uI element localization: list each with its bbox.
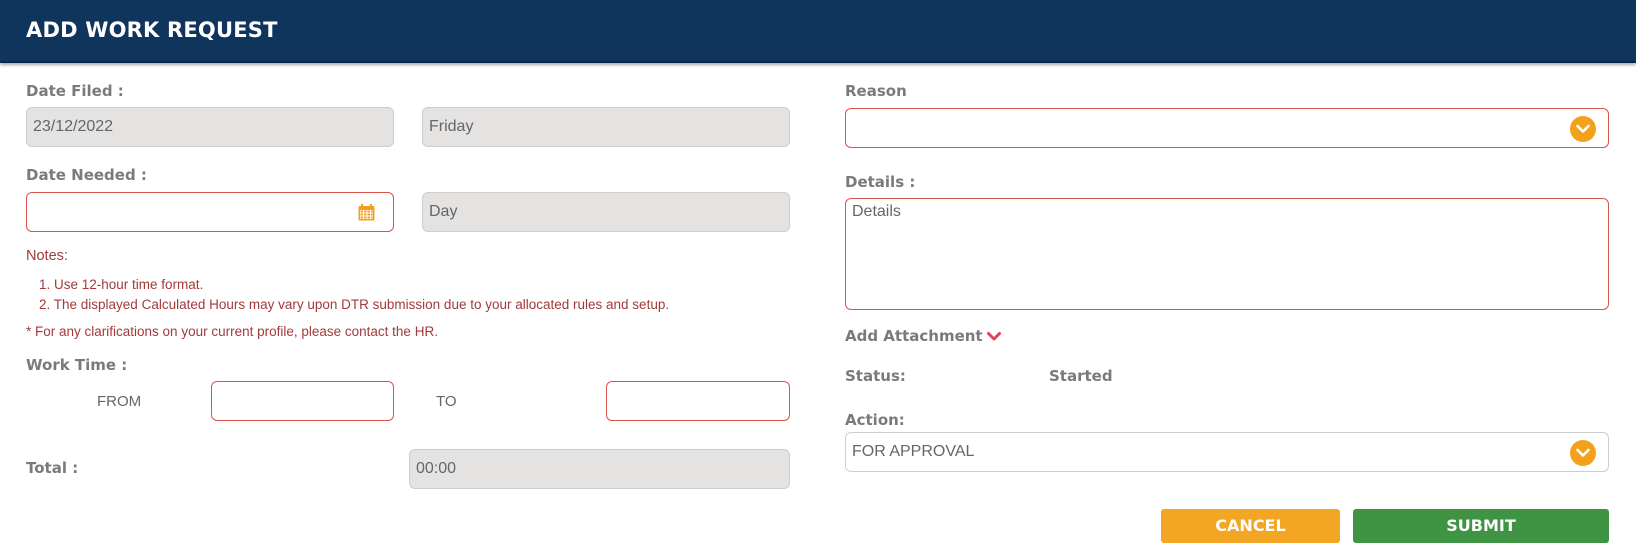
note-item: 1. Use 12-hour time format. bbox=[39, 277, 204, 292]
submit-button[interactable]: SUBMIT bbox=[1353, 509, 1609, 543]
action-label: Action: bbox=[845, 411, 905, 429]
chevron-down-icon[interactable] bbox=[1570, 440, 1596, 466]
status-value: Started bbox=[1049, 367, 1113, 385]
to-label: TO bbox=[436, 393, 457, 410]
date-needed-day-field: Day bbox=[422, 192, 790, 232]
chevron-down-icon[interactable] bbox=[1570, 116, 1596, 142]
calendar-icon[interactable] bbox=[358, 204, 375, 221]
date-needed-label: Date Needed : bbox=[26, 166, 147, 184]
work-time-label: Work Time : bbox=[26, 356, 128, 374]
chevron-down-icon[interactable] bbox=[986, 331, 1001, 343]
total-hours-field: 00:00 bbox=[409, 449, 790, 489]
page-title: ADD WORK REQUEST bbox=[26, 18, 278, 42]
details-label: Details : bbox=[845, 173, 916, 191]
to-time-input[interactable] bbox=[606, 381, 790, 421]
date-filed-field: 23/12/2022 bbox=[26, 107, 394, 147]
details-textarea[interactable]: Details bbox=[845, 198, 1609, 310]
reason-select[interactable] bbox=[845, 108, 1609, 148]
action-select[interactable]: FOR APPROVAL bbox=[845, 432, 1609, 472]
notes-title: Notes: bbox=[26, 248, 68, 264]
reason-label: Reason bbox=[845, 82, 907, 100]
date-needed-input[interactable] bbox=[26, 192, 394, 232]
add-attachment-toggle[interactable]: Add Attachment bbox=[845, 327, 1001, 345]
date-filed-day-field: Friday bbox=[422, 107, 790, 147]
from-time-input[interactable] bbox=[211, 381, 394, 421]
action-value: FOR APPROVAL bbox=[852, 443, 975, 460]
from-label: FROM bbox=[97, 393, 142, 410]
status-label: Status: bbox=[845, 367, 906, 385]
date-filed-label: Date Filed : bbox=[26, 82, 124, 100]
page-header: ADD WORK REQUEST bbox=[0, 0, 1636, 63]
clarification-note: * For any clarifications on your current… bbox=[26, 324, 438, 339]
add-attachment-label: Add Attachment bbox=[845, 327, 983, 345]
note-item: 2. The displayed Calculated Hours may va… bbox=[39, 297, 670, 312]
total-label: Total : bbox=[26, 459, 79, 477]
cancel-button[interactable]: CANCEL bbox=[1161, 509, 1340, 543]
